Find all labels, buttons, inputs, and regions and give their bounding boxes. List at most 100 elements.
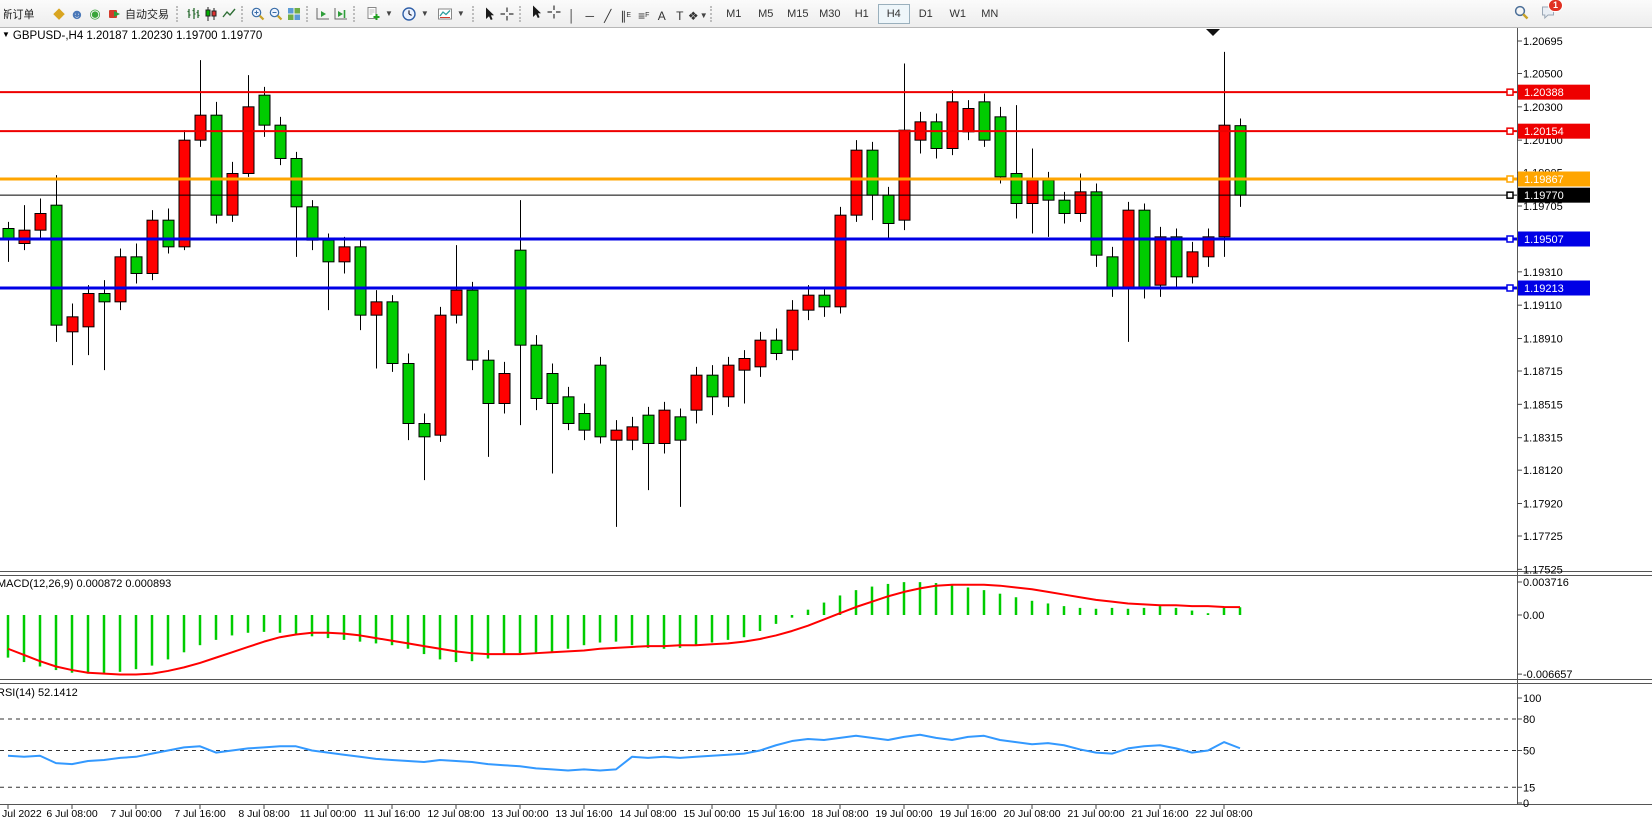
candle-body [787, 310, 798, 350]
bar-chart-icon[interactable] [184, 5, 202, 23]
candle-body [1107, 257, 1118, 289]
candle-body [963, 109, 974, 132]
price-axis-label: 1.20300 [1523, 102, 1563, 114]
autotrading-button[interactable]: 自动交易 [104, 4, 173, 24]
profile-icon[interactable]: ☻ [68, 5, 86, 23]
candle-body [115, 257, 126, 302]
auto-scroll-icon[interactable] [314, 5, 332, 23]
price-axis-label: 1.19705 [1523, 201, 1563, 213]
candle-body [1155, 237, 1166, 285]
candle-body [691, 375, 702, 410]
toolbar-right-group: 1 [1512, 3, 1558, 21]
candle-body [611, 430, 622, 440]
candle-body [35, 214, 46, 231]
add-indicator-button[interactable]: ▼ [361, 4, 397, 24]
price-axis-label: 1.18715 [1523, 366, 1563, 378]
candle-body [307, 207, 318, 240]
price-badge-label: 1.20388 [1524, 87, 1564, 99]
candle-body [819, 295, 830, 307]
candle-body [851, 150, 862, 215]
tile-windows-icon[interactable] [285, 5, 303, 23]
text-icon[interactable]: A [653, 7, 671, 25]
chat-icon[interactable]: 1 [1540, 3, 1558, 21]
chart-canvas[interactable]: 1.206951.205001.203001.201001.199051.197… [0, 0, 1652, 831]
macd-signal-line [8, 585, 1240, 675]
candle-body [131, 257, 142, 274]
horizontal-line-icon[interactable]: ─ [581, 7, 599, 25]
line-endpoint-marker[interactable] [1507, 285, 1513, 291]
candle-body [1091, 192, 1102, 255]
timeframe-button-H1[interactable]: H1 [846, 4, 878, 24]
line-endpoint-marker[interactable] [1507, 192, 1513, 198]
candle-body [1139, 210, 1150, 288]
trendline-icon[interactable]: ╱ [599, 7, 617, 25]
candle-body [659, 410, 670, 443]
candle-body [547, 374, 558, 404]
price-badge-label: 1.19770 [1524, 190, 1564, 202]
candle-body [163, 220, 174, 247]
candle-body [339, 247, 350, 262]
line-endpoint-marker[interactable] [1507, 236, 1513, 242]
candle-body [947, 102, 958, 149]
new-order-label: 新订单 [4, 6, 35, 22]
time-axis-label: 8 Jul 08:00 [238, 808, 290, 820]
cursor-icon[interactable] [527, 3, 545, 21]
price-axis-label: 1.18515 [1523, 399, 1563, 411]
price-axis-label: 1.18120 [1523, 465, 1563, 477]
terminal-window: 1.206951.205001.203001.201001.199051.197… [0, 0, 1652, 831]
line-endpoint-marker[interactable] [1507, 176, 1513, 182]
arrows-icon[interactable]: ❖▼ [689, 7, 707, 25]
line-chart-icon[interactable] [220, 5, 238, 23]
gold-seal-icon[interactable]: ◆ [50, 5, 68, 23]
time-axis-label: 11 Jul 16:00 [364, 808, 421, 820]
timeframe-button-M1[interactable]: M1 [718, 4, 750, 24]
timeframe-button-M30[interactable]: M30 [814, 4, 846, 24]
text-label-icon[interactable]: T [671, 7, 689, 25]
candlestick-icon[interactable] [202, 5, 220, 23]
line-endpoint-marker[interactable] [1507, 128, 1513, 134]
price-axis-label: 1.20500 [1523, 69, 1563, 81]
candle-body [867, 150, 878, 195]
new-order-button[interactable]: 新订单 [0, 4, 50, 24]
timeframes-group: M1M5M15M30H1H4D1W1MN [718, 4, 1006, 24]
cursor-icon[interactable] [480, 5, 498, 23]
candle-body [291, 159, 302, 207]
candle-body [979, 102, 990, 140]
timeframe-button-M5[interactable]: M5 [750, 4, 782, 24]
timeframe-button-MN[interactable]: MN [974, 4, 1006, 24]
search-icon[interactable] [1512, 3, 1530, 21]
candle-body [403, 364, 414, 424]
chart-title-caret-icon: ▼ [2, 30, 10, 39]
price-axis-label: 1.17725 [1523, 531, 1563, 543]
zoom-out-icon[interactable] [267, 5, 285, 23]
zoom-in-icon[interactable] [249, 5, 267, 23]
template-button[interactable]: ▼ [433, 4, 469, 24]
time-axis-label: 15 Jul 16:00 [747, 808, 804, 820]
timeframe-button-H4[interactable]: H4 [878, 4, 910, 24]
line-endpoint-marker[interactable] [1507, 89, 1513, 95]
rsi-axis-label: 100 [1523, 693, 1541, 705]
chart-shift-icon[interactable] [332, 5, 350, 23]
crosshair-icon[interactable] [545, 3, 563, 21]
candle-body [515, 250, 526, 345]
fibonacci-icon[interactable]: ≡F [635, 7, 653, 25]
timeframe-button-W1[interactable]: W1 [942, 4, 974, 24]
chart-shift-marker[interactable] [1206, 29, 1220, 36]
autotrading-icon [108, 7, 122, 21]
crosshair-icon[interactable] [498, 5, 516, 23]
vertical-line-icon[interactable]: │ [563, 7, 581, 25]
candle-body [435, 315, 446, 435]
timeframe-button-M15[interactable]: M15 [782, 4, 814, 24]
candle-body [67, 317, 78, 332]
price-axis-label: 1.19110 [1523, 300, 1562, 312]
period-selector-button[interactable]: ▼ [397, 4, 433, 24]
time-axis-label: Jul 2022 [2, 808, 42, 820]
candle-body [99, 294, 110, 302]
time-axis-label: 6 Jul 08:00 [46, 808, 98, 820]
candle-body [755, 340, 766, 367]
time-axis-label: 18 Jul 08:00 [811, 808, 868, 820]
signal-icon[interactable]: ◉ [86, 5, 104, 23]
timeframe-button-D1[interactable]: D1 [910, 4, 942, 24]
candle-body [1219, 125, 1230, 237]
channel-icon[interactable]: ∥E [617, 7, 635, 25]
